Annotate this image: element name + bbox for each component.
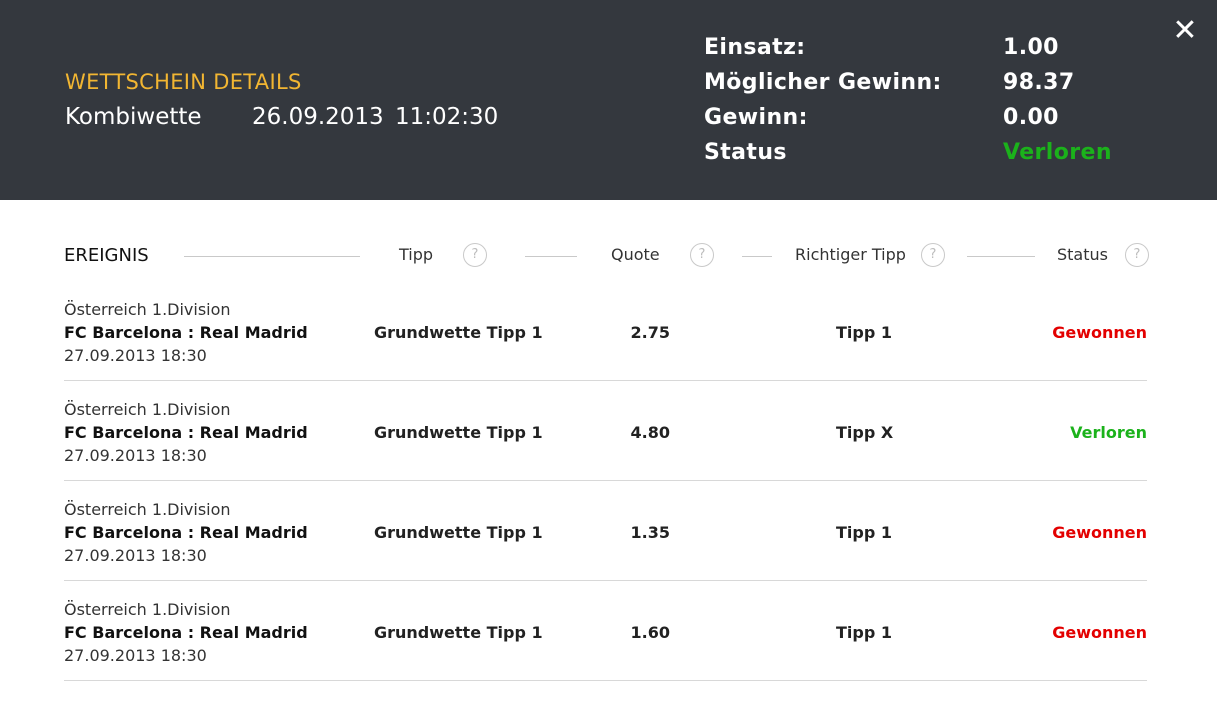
event-league: Österreich 1.Division [64,500,231,519]
event-match: FC Barcelona : Real Madrid [64,423,308,442]
column-header-event: EREIGNIS [64,245,149,266]
bet-slip-header: ✕ WETTSCHEIN DETAILS Kombiwette 26.09.20… [0,0,1217,200]
row-status: Gewonnen [1052,323,1147,342]
status-value: Verloren [1003,140,1112,165]
possible-win-value: 98.37 [1003,70,1075,95]
event-match: FC Barcelona : Real Madrid [64,323,308,342]
correct-tip-value: Tipp 1 [836,323,893,342]
row-divider [64,680,1147,681]
table-row: Österreich 1.Division FC Barcelona : Rea… [0,400,1217,500]
event-league: Österreich 1.Division [64,600,231,619]
stake-value: 1.00 [1003,35,1059,60]
win-label: Gewinn: [704,105,808,130]
event-league: Österreich 1.Division [64,300,231,319]
help-icon-status[interactable]: ? [1125,243,1149,267]
event-date: 27.09.2013 18:30 [64,646,207,665]
possible-win-label: Möglicher Gewinn: [704,70,942,95]
quote-value: 1.35 [630,523,670,542]
win-value: 0.00 [1003,105,1059,130]
bet-slip-title: WETTSCHEIN DETAILS [65,70,302,94]
row-divider [64,580,1147,581]
bet-date: 26.09.2013 [252,104,384,130]
close-icon[interactable]: ✕ [1168,14,1202,48]
tip-value: Grundwette Tipp 1 [374,423,543,442]
event-date: 27.09.2013 18:30 [64,346,207,365]
help-icon-correct-tip[interactable]: ? [921,243,945,267]
event-league: Österreich 1.Division [64,400,231,419]
tip-value: Grundwette Tipp 1 [374,323,543,342]
row-divider [64,480,1147,481]
event-match: FC Barcelona : Real Madrid [64,523,308,542]
tip-value: Grundwette Tipp 1 [374,623,543,642]
quote-value: 4.80 [630,423,670,442]
status-label: Status [704,140,787,165]
help-icon-quote[interactable]: ? [690,243,714,267]
column-header-correct-tip: Richtiger Tipp [795,245,906,264]
column-header-tip: Tipp [399,245,434,264]
correct-tip-value: Tipp X [836,423,894,442]
column-header-status: Status [1057,245,1108,264]
row-status: Verloren [1070,423,1147,442]
stake-label: Einsatz: [704,35,806,60]
tip-value: Grundwette Tipp 1 [374,523,543,542]
header-divider [742,256,772,257]
table-row: Österreich 1.Division FC Barcelona : Rea… [0,600,1217,700]
correct-tip-value: Tipp 1 [836,623,893,642]
correct-tip-value: Tipp 1 [836,523,893,542]
row-status: Gewonnen [1052,523,1147,542]
event-date: 27.09.2013 18:30 [64,546,207,565]
event-date: 27.09.2013 18:30 [64,446,207,465]
header-divider [525,256,577,257]
table-row: Österreich 1.Division FC Barcelona : Rea… [0,500,1217,600]
quote-value: 1.60 [630,623,670,642]
row-status: Gewonnen [1052,623,1147,642]
bet-time: 11:02:30 [395,104,499,130]
bet-type: Kombiwette [65,104,202,130]
quote-value: 2.75 [630,323,670,342]
header-divider [967,256,1035,257]
row-divider [64,380,1147,381]
column-header-quote: Quote [611,245,660,264]
event-match: FC Barcelona : Real Madrid [64,623,308,642]
table-row: Österreich 1.Division FC Barcelona : Rea… [0,300,1217,400]
header-divider [184,256,360,257]
help-icon-tip[interactable]: ? [463,243,487,267]
